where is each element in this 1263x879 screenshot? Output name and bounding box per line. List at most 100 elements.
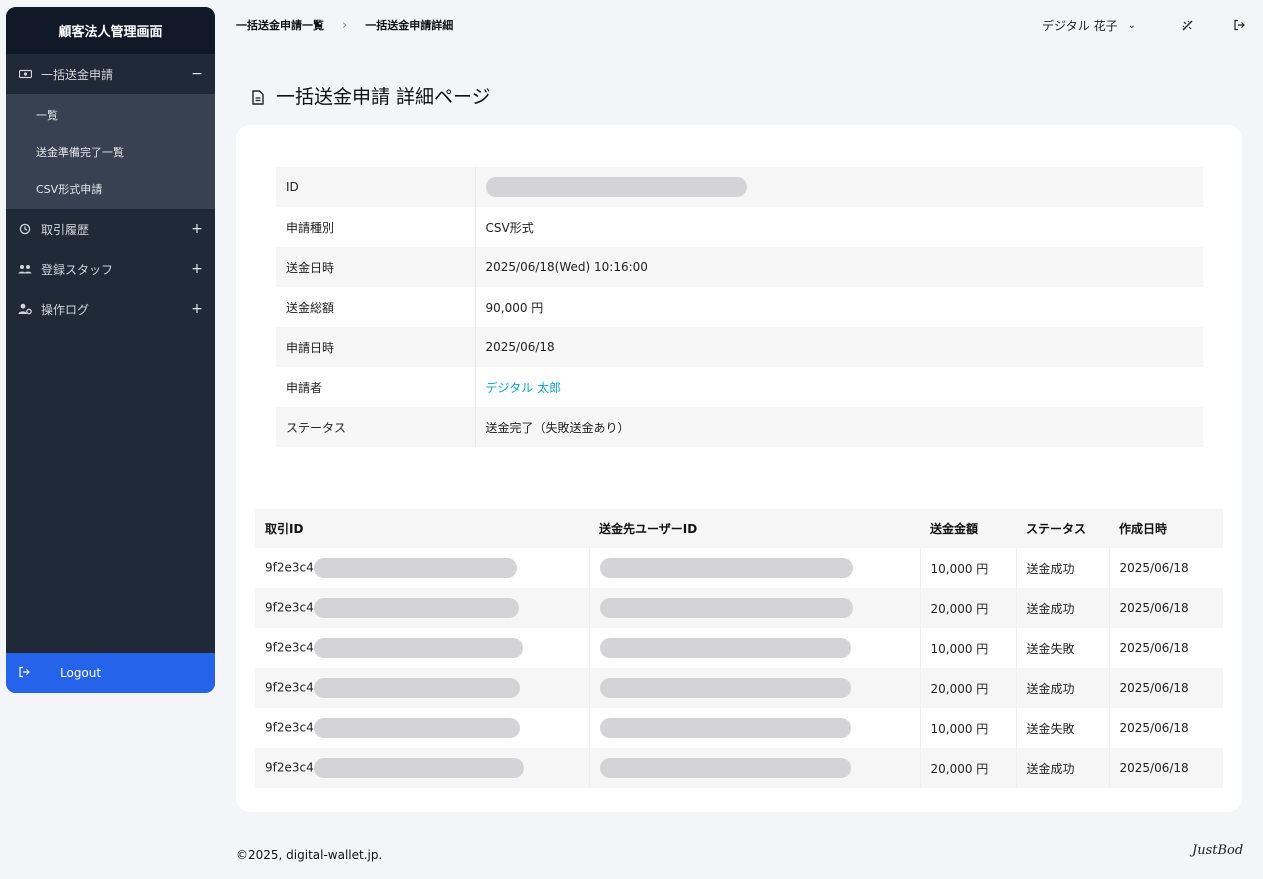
column-header: 送金先ユーザーID [589,509,920,548]
redacted-id [599,678,851,698]
column-header: 作成日時 [1109,509,1223,548]
table-row: 9f2e3c4 10,000 円 送金失敗 2025/06/18 [255,708,1223,748]
transaction-id-cell: 9f2e3c4 [255,668,590,708]
date-cell: 2025/06/18 [1119,641,1189,655]
transaction-id-prefix: 9f2e3c4 [265,560,314,575]
amount-cell: 10,000 円 [920,548,1017,588]
page-title-text: 一括送金申請 詳細ページ [276,86,491,108]
detail-row: 送金総額 90,000 円 [276,287,1203,327]
sidebar-subitem-csv[interactable]: CSV形式申請 [6,170,215,207]
transaction-id-cell: 9f2e3c4 [255,628,590,668]
detail-value: 2025/06/18 [475,327,1203,367]
chevron-down-icon[interactable]: ⌄ [1128,20,1136,31]
redacted-id [599,638,851,658]
detail-key: 申請者 [276,367,476,407]
date-cell: 2025/06/18 [1119,721,1189,735]
detail-value-id [475,167,1203,207]
transactions-table: 取引ID 送金先ユーザーID 送金金額 ステータス 作成日時 9f2e3c4 1… [255,509,1223,788]
logout-label: Logout [60,666,102,680]
money-icon [18,67,32,81]
transaction-id-cell: 9f2e3c4 [255,708,590,748]
breadcrumb-current: 一括送金申請詳細 [365,19,454,32]
logout-button[interactable]: Logout [6,653,215,693]
detail-value: 90,000 円 [485,300,544,315]
date-cell: 2025/06/18 [1119,561,1189,575]
date-cell: 2025/06/18 [1109,588,1223,628]
status-cell: 送金成功 [1016,748,1110,788]
logout-icon[interactable] [1232,18,1246,32]
sidebar-subitem-list[interactable]: 一覧 [6,96,215,133]
status-cell: 送金失敗 [1016,708,1110,748]
amount-cell: 20,000 円 [920,668,1017,708]
sidebar-title: 顧客法人管理画面 [6,7,215,54]
amount-cell: 20,000 円 [920,588,1017,628]
transaction-id-prefix: 9f2e3c4 [265,720,314,735]
status-cell: 送金成功 [1016,668,1110,708]
redacted-id [599,758,851,778]
logout-icon [18,666,30,681]
transaction-id-cell: 9f2e3c4 [255,548,590,588]
status-cell: 送金成功 [1016,548,1110,588]
user-gear-icon [18,302,32,316]
amount-cell: 10,000 円 [920,708,1017,748]
breadcrumb-list-link[interactable]: 一括送金申請一覧 [236,17,324,33]
redacted-id [313,678,520,698]
status-cell: 送金成功 [1016,588,1110,628]
column-header: ステータス [1016,509,1109,548]
table-row: 9f2e3c4 20,000 円 送金成功 2025/06/18 [255,748,1223,788]
detail-key: 送金日時 [276,247,476,287]
collapse-icon[interactable]: − [191,66,203,82]
applicant-link[interactable]: デジタル 太郎 [475,367,1203,407]
recipient-id-cell [589,668,921,708]
transaction-id-prefix: 9f2e3c4 [265,640,314,655]
tools-icon[interactable] [1180,18,1194,32]
recipient-id-cell [589,708,921,748]
detail-row: 申請者 デジタル 太郎 [276,367,1203,407]
redacted-id [599,598,853,618]
recipient-id-cell [589,748,921,788]
date-cell: 2025/06/18 [1109,668,1223,708]
footer-copyright: ©2025, digital-wallet.jp. [236,848,383,862]
sidebar-item-bulk-transfer[interactable]: 一括送金申請 − [6,54,215,94]
sidebar-item-label: 取引履歴 [41,222,90,237]
redacted-id [313,558,517,578]
top-bar: 一括送金申請一覧 › 一括送金申請詳細 デジタル 花子 ⌄ [236,14,1246,36]
status-cell: 送金失敗 [1016,628,1110,668]
sidebar: 顧客法人管理画面 一括送金申請 − 一覧 送金準備完了一覧 CSV形式申請 取引… [6,7,215,693]
user-area: デジタル 花子 ⌄ [1042,17,1246,34]
transaction-id-cell: 9f2e3c4 [255,748,590,788]
column-header: 取引ID [255,509,589,548]
detail-key: 申請種別 [276,207,476,247]
transaction-id-prefix: 9f2e3c4 [265,600,314,615]
redacted-id [313,638,523,658]
page-title: 一括送金申請 詳細ページ [252,82,491,109]
sidebar-item-label: 登録スタッフ [41,262,114,277]
users-icon [18,262,32,276]
signature-logo: JustBod [1192,843,1244,858]
detail-key: 申請日時 [276,327,476,367]
transaction-id-prefix: 9f2e3c4 [265,680,314,695]
sidebar-submenu: 一覧 送金準備完了一覧 CSV形式申請 [6,94,215,209]
expand-icon[interactable]: + [191,301,203,317]
redacted-id [599,558,853,578]
expand-icon[interactable]: + [191,261,203,277]
table-row: 9f2e3c4 10,000 円 送金失敗 2025/06/18 [255,628,1223,668]
redacted-id [313,758,524,778]
expand-icon[interactable]: + [191,221,203,237]
redacted-id [599,718,851,738]
user-menu[interactable]: デジタル 花子 [1042,17,1118,34]
date-cell: 2025/06/18 [1109,748,1223,788]
recipient-id-cell [589,548,921,588]
redacted-id [313,598,519,618]
recipient-id-cell [589,588,921,628]
sidebar-item-history[interactable]: 取引履歴 + [6,209,215,249]
table-row: 9f2e3c4 20,000 円 送金成功 2025/06/18 [255,588,1223,628]
sidebar-item-label: 一括送金申請 [41,67,114,82]
transaction-id-prefix: 9f2e3c4 [265,760,314,775]
sidebar-subitem-ready-list[interactable]: 送金準備完了一覧 [6,133,215,170]
detail-row: 申請種別 CSV形式 [276,207,1203,247]
sidebar-item-staff[interactable]: 登録スタッフ + [6,249,215,289]
sidebar-item-logs[interactable]: 操作ログ + [6,289,215,329]
amount-cell: 10,000 円 [920,628,1017,668]
breadcrumb-chevron-icon: › [342,17,348,33]
